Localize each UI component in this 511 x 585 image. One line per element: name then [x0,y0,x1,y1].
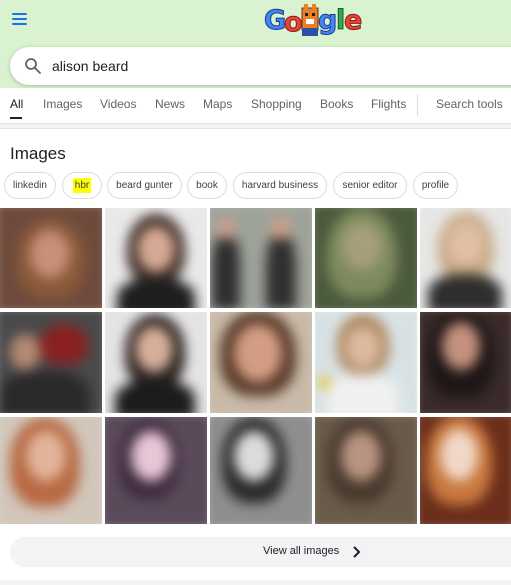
chip-beard-gunter[interactable]: beard gunter [107,172,182,199]
tab-all[interactable]: All [10,97,23,111]
chip-harvard-business[interactable]: harvard business [233,172,327,199]
view-all-images-label: View all images [263,545,340,557]
chip-label: book [196,180,218,191]
chip-label: hbr [72,178,92,193]
search-icon[interactable] [24,57,42,75]
chip-label: harvard business [241,180,319,191]
tab-maps[interactable]: Maps [203,97,232,111]
image-results-grid [0,208,511,524]
image-thumbnail[interactable] [210,208,312,308]
image-thumbnail[interactable] [105,417,207,524]
chip-senior-editor[interactable]: senior editor [333,172,407,199]
image-thumbnail[interactable] [420,312,511,413]
image-thumbnail[interactable] [0,312,102,413]
logo-letter-o1: o [284,7,303,38]
image-thumbnail[interactable] [420,417,511,524]
image-thumbnail[interactable] [315,208,417,308]
image-thumbnail[interactable] [0,208,102,308]
tab-books[interactable]: Books [320,97,353,111]
search-tabs: All Images Videos News Maps Shopping Boo… [0,88,511,124]
image-thumbnail[interactable] [0,417,102,524]
chip-label: beard gunter [116,180,173,191]
hamburger-menu-icon[interactable] [10,9,32,31]
chip-label: profile [421,180,450,191]
tab-shopping[interactable]: Shopping [251,97,302,111]
images-card: Images linkedin hbr beard gunter book ha… [0,128,511,580]
image-thumbnail[interactable] [315,312,417,413]
chip-label: linkedin [13,180,47,191]
images-section-title: Images [10,144,66,163]
image-thumbnail[interactable] [105,312,207,413]
tab-active-indicator [10,117,22,119]
logo-letter-g: G [264,5,286,36]
image-thumbnail[interactable] [210,417,312,524]
image-thumbnail[interactable] [105,208,207,308]
chip-label: senior editor [342,180,398,191]
search-input[interactable]: alison beard [52,47,128,85]
tab-videos[interactable]: Videos [100,97,136,111]
tab-flights[interactable]: Flights [371,97,406,111]
chevron-right-icon [353,546,361,558]
header-bar: G o g l e alison beard [0,0,511,88]
image-thumbnail[interactable] [420,208,511,308]
search-box[interactable]: alison beard [10,47,511,85]
image-thumbnail[interactable] [315,417,417,524]
tab-news[interactable]: News [155,97,185,111]
search-tools-button[interactable]: Search tools [436,97,503,111]
image-thumbnail[interactable] [210,312,312,413]
chip-profile[interactable]: profile [413,172,458,199]
tabs-divider [417,94,418,116]
chip-book[interactable]: book [187,172,227,199]
google-doodle-logo[interactable]: G o g l e [264,2,364,38]
chip-linkedin[interactable]: linkedin [4,172,56,199]
logo-letter-e: e [344,5,362,36]
doodle-fox-figure [301,4,319,36]
logo-letter-g2: g [318,5,337,36]
chip-hbr[interactable]: hbr [62,172,102,199]
view-all-images-button[interactable]: View all images [10,537,511,567]
tab-images[interactable]: Images [43,97,82,111]
